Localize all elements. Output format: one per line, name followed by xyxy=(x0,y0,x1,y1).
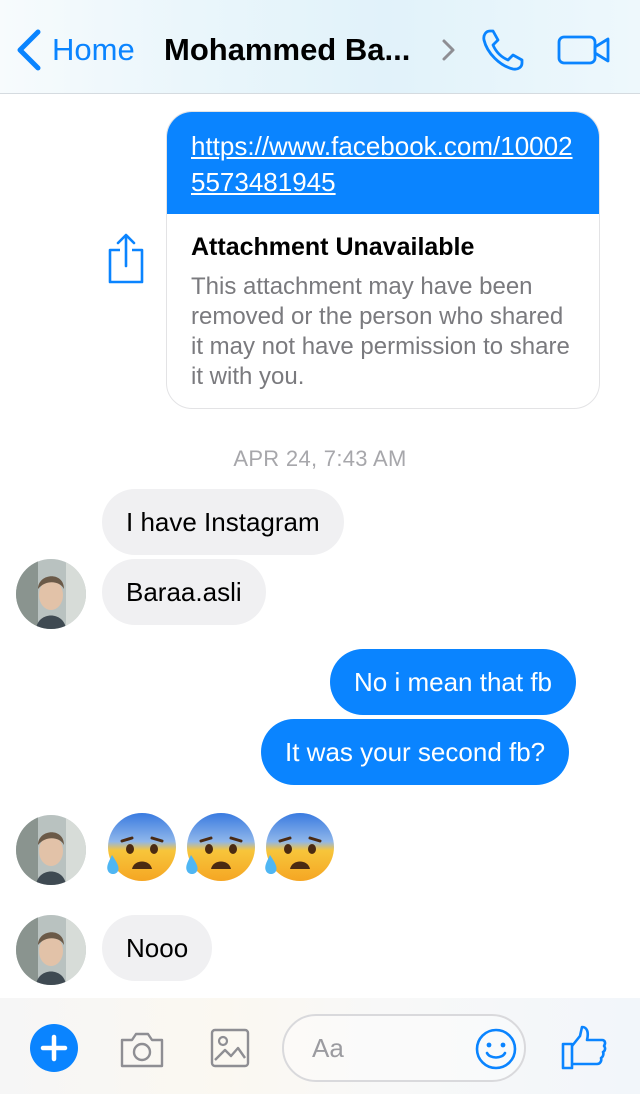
contact-name[interactable]: Mohammed Ba... xyxy=(164,28,410,72)
emoji-icon[interactable] xyxy=(474,1027,518,1071)
message-composer: Aa xyxy=(0,998,640,1094)
incoming-message[interactable]: Baraa.asli xyxy=(102,559,266,625)
attachment-title: Attachment Unavailable xyxy=(191,233,475,261)
phone-icon[interactable] xyxy=(480,27,526,73)
message-timestamp: APR 24, 7:43 AM xyxy=(233,446,407,471)
outgoing-message[interactable]: It was your second fb? xyxy=(261,719,570,785)
camera-icon[interactable] xyxy=(118,1030,166,1070)
avatar[interactable] xyxy=(16,815,86,885)
incoming-message[interactable]: I have Instagram xyxy=(102,489,344,555)
share-icon[interactable] xyxy=(106,232,146,286)
avatar[interactable] xyxy=(16,559,86,629)
plus-icon[interactable] xyxy=(30,1024,78,1072)
attachment-card[interactable]: https://www.facebook.com/100025573481945… xyxy=(166,111,600,409)
incoming-message[interactable]: Nooo xyxy=(102,915,213,981)
chevron-right-icon[interactable] xyxy=(440,36,458,64)
gallery-icon[interactable] xyxy=(210,1028,250,1068)
back-button[interactable]: Home xyxy=(14,28,135,72)
message-input[interactable]: Aa xyxy=(282,1014,526,1082)
attachment-description: This attachment may have been removed or… xyxy=(191,273,570,390)
attachment-link-header: https://www.facebook.com/100025573481945 xyxy=(167,112,599,214)
back-label: Home xyxy=(52,32,135,67)
outgoing-message[interactable]: No i mean that fb xyxy=(330,649,576,715)
chevron-left-icon xyxy=(17,29,41,71)
thumbs-up-icon[interactable] xyxy=(560,1024,608,1072)
message-input-placeholder: Aa xyxy=(312,1033,344,1063)
anxious-face-with-sweat-icon[interactable] xyxy=(102,811,178,883)
conversation-header: Home Mohammed Ba... xyxy=(0,0,640,94)
attachment-link[interactable]: https://www.facebook.com/100025573481945 xyxy=(191,128,575,200)
anxious-face-with-sweat-icon[interactable] xyxy=(260,811,336,883)
anxious-face-with-sweat-icon[interactable] xyxy=(181,811,257,883)
video-call-icon[interactable] xyxy=(557,34,611,66)
avatar[interactable] xyxy=(16,915,86,985)
attachment-body: Attachment Unavailable This attachment m… xyxy=(167,214,599,392)
